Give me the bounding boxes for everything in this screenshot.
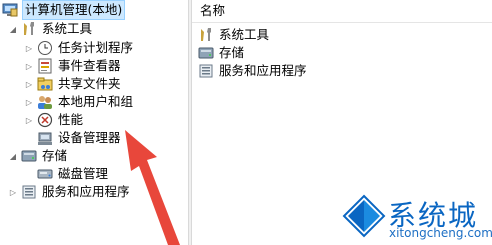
- tree-item-label: 计算机管理(本地): [21, 0, 126, 20]
- list-item-label: 服务和应用程序: [219, 63, 307, 78]
- disk-icon: [37, 166, 53, 182]
- tree-item-label: 存储: [42, 148, 68, 163]
- tree-item-label: 磁盘管理: [58, 166, 109, 181]
- tree-item-performance[interactable]: ▷ 性能: [24, 110, 83, 130]
- tree-item-label: 服务和应用程序: [42, 184, 130, 199]
- tree-item-label: 本地用户和组: [58, 94, 134, 109]
- device-manager-icon: [37, 130, 53, 146]
- list-item[interactable]: 存储: [198, 43, 244, 63]
- watermark-url: xitongcheng.com: [389, 226, 492, 240]
- tree-item-label: 性能: [58, 112, 84, 127]
- collapse-caret-icon[interactable]: ▷: [24, 79, 34, 89]
- console-tree-pane: 计算机管理(本地) ◢ 系统工具 ▷ 任务计划程序 ▷ 事件查看器 ▷ 共享文件…: [0, 0, 188, 245]
- shared-folder-icon: [37, 76, 53, 92]
- event-viewer-icon: [37, 58, 53, 74]
- collapse-caret-icon[interactable]: ▷: [24, 97, 34, 107]
- collapse-caret-icon[interactable]: ▷: [24, 115, 34, 125]
- list-item-label: 系统工具: [219, 27, 270, 42]
- collapse-caret-icon[interactable]: ▷: [24, 43, 34, 53]
- tree-item-label: 设备管理器: [58, 130, 121, 145]
- list-item-label: 存储: [219, 45, 245, 60]
- tree-item-storage[interactable]: ◢ 存储: [8, 146, 67, 166]
- watermark: 系统城 xitongcheng.com: [340, 190, 492, 245]
- users-icon: [37, 94, 53, 110]
- expand-caret-icon[interactable]: ◢: [8, 24, 18, 34]
- storage-icon: [198, 45, 214, 61]
- tools-icon: [198, 27, 214, 43]
- tools-icon: [21, 21, 37, 37]
- column-header-label: 名称: [200, 3, 226, 18]
- storage-icon: [21, 148, 37, 164]
- tree-item-event-viewer[interactable]: ▷ 事件查看器: [24, 56, 121, 76]
- tree-item-shared-folders[interactable]: ▷ 共享文件夹: [24, 74, 121, 94]
- services-icon: [21, 184, 37, 200]
- clock-icon: [37, 40, 53, 56]
- collapse-caret-icon[interactable]: ▷: [8, 187, 18, 197]
- column-header-name[interactable]: 名称: [192, 0, 492, 23]
- tree-item-local-users[interactable]: ▷ 本地用户和组: [24, 92, 133, 112]
- tree-item-services-apps[interactable]: ▷ 服务和应用程序: [8, 182, 130, 202]
- performance-icon: [37, 112, 53, 128]
- tree-item-label: 事件查看器: [58, 58, 121, 73]
- list-item[interactable]: 服务和应用程序: [198, 61, 307, 81]
- tree-item-label: 系统工具: [42, 21, 93, 36]
- tree-item-system-tools[interactable]: ◢ 系统工具: [8, 19, 92, 39]
- list-item[interactable]: 系统工具: [198, 25, 269, 45]
- expand-caret-icon[interactable]: ◢: [8, 151, 18, 161]
- computer-management-icon: [2, 2, 18, 18]
- tree-item-label: 任务计划程序: [58, 40, 134, 55]
- windows-logo-icon: [342, 194, 386, 238]
- collapse-caret-icon[interactable]: ▷: [24, 61, 34, 71]
- tree-item-device-manager[interactable]: 设备管理器: [37, 128, 121, 148]
- tree-item-label: 共享文件夹: [58, 76, 121, 91]
- tree-item-computer-management[interactable]: 计算机管理(本地): [2, 0, 126, 20]
- tree-item-disk-management[interactable]: 磁盘管理: [37, 164, 108, 184]
- tree-item-task-scheduler[interactable]: ▷ 任务计划程序: [24, 38, 133, 58]
- services-icon: [198, 63, 214, 79]
